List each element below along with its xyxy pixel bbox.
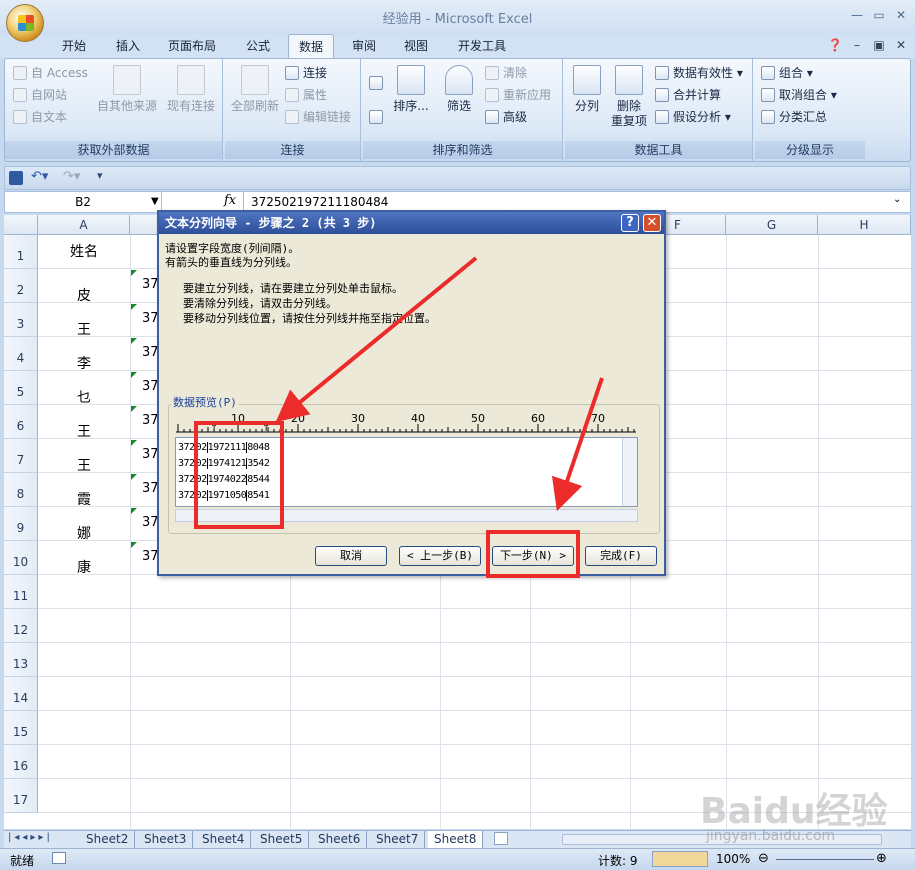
preview-label: 数据预览(P) bbox=[171, 396, 239, 410]
watermark-url: jingyan.baidu.com bbox=[706, 828, 836, 844]
annotation-arrows bbox=[275, 256, 604, 512]
annotation-arrow-2 bbox=[551, 377, 604, 512]
annotation-arrow-1 bbox=[275, 256, 478, 423]
office-button[interactable] bbox=[6, 4, 44, 42]
watermark-logo: Baidu经验 bbox=[700, 791, 888, 832]
office-logo-icon bbox=[18, 15, 34, 31]
